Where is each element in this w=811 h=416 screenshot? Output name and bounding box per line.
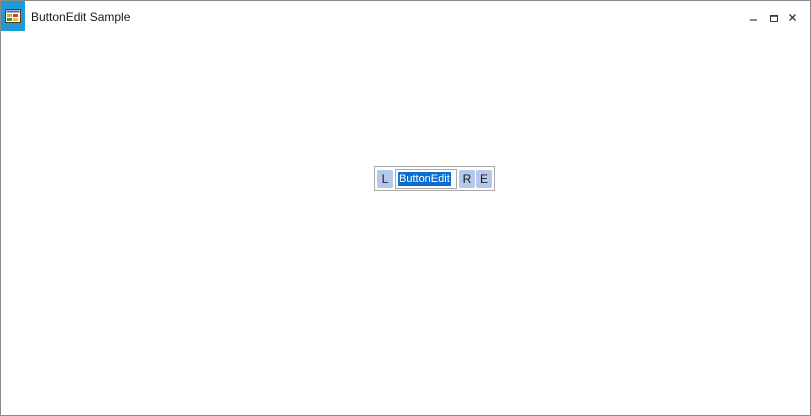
title-bar[interactable]: ButtonEdit Sample xyxy=(1,1,810,31)
selected-text: ButtonEdit xyxy=(398,172,451,186)
window-title: ButtonEdit Sample xyxy=(31,10,131,24)
close-icon xyxy=(789,14,796,21)
app-form-icon[interactable] xyxy=(1,1,25,31)
maximize-button[interactable] xyxy=(766,9,782,25)
extra-button[interactable]: E xyxy=(476,170,492,188)
button-edit-text-input[interactable]: ButtonEdit xyxy=(395,169,457,189)
close-button[interactable] xyxy=(785,9,801,25)
right-button[interactable]: R xyxy=(459,170,475,188)
left-button[interactable]: L xyxy=(377,170,393,188)
button-edit-control: L ButtonEdit R E xyxy=(374,166,495,191)
minimize-button[interactable] xyxy=(746,9,762,25)
minimize-icon xyxy=(750,19,757,21)
maximize-icon xyxy=(770,15,778,22)
app-window: ButtonEdit Sample L ButtonEdit R E xyxy=(0,0,811,416)
